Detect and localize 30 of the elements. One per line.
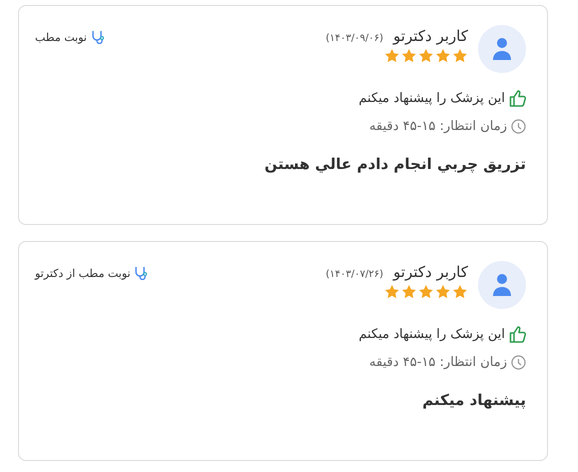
- review-comment: تزریق چربي انجام دادم عالي هستن: [263, 155, 526, 173]
- star-icon: [435, 48, 451, 64]
- recommendation-text: این پزشک را پیشنهاد میکنم: [358, 91, 505, 106]
- review-comment: پیشنهاد میکنم: [421, 391, 526, 409]
- star-icon: [401, 48, 417, 64]
- wait-time: زمان انتظار: ۱۵-۴۵ دقیقه: [369, 355, 507, 370]
- clock-icon: [511, 119, 526, 134]
- star-icon: [401, 284, 417, 300]
- recommendation-text: این پزشک را پیشنهاد میکنم: [358, 327, 505, 342]
- booking-type: نوبت مطب از دکترتو: [35, 266, 130, 280]
- thumbs-up-icon: [509, 326, 526, 343]
- review-date: (۱۴۰۳/۰۹/۰۶): [326, 33, 384, 44]
- avatar-icon: [478, 25, 526, 73]
- star-icon: [384, 284, 400, 300]
- star-icon: [452, 284, 468, 300]
- thumbs-up-icon: [509, 90, 526, 107]
- stethoscope-icon: [133, 266, 148, 280]
- wait-time: زمان انتظار: ۱۵-۴۵ دقیقه: [369, 119, 507, 134]
- clock-icon: [511, 355, 526, 370]
- review-date: (۱۴۰۳/۰۷/۲۶): [326, 269, 384, 280]
- booking-type: نوبت مطب: [35, 30, 87, 44]
- stethoscope-icon: [90, 30, 104, 44]
- star-icon: [418, 48, 434, 64]
- avatar-icon: [478, 261, 526, 309]
- star-icon: [452, 48, 468, 64]
- user-name: کاربر دکترتو: [393, 263, 468, 281]
- star-icon: [384, 48, 400, 64]
- star-icon: [418, 284, 434, 300]
- user-name: کاربر دکترتو: [393, 27, 468, 45]
- star-icon: [435, 284, 451, 300]
